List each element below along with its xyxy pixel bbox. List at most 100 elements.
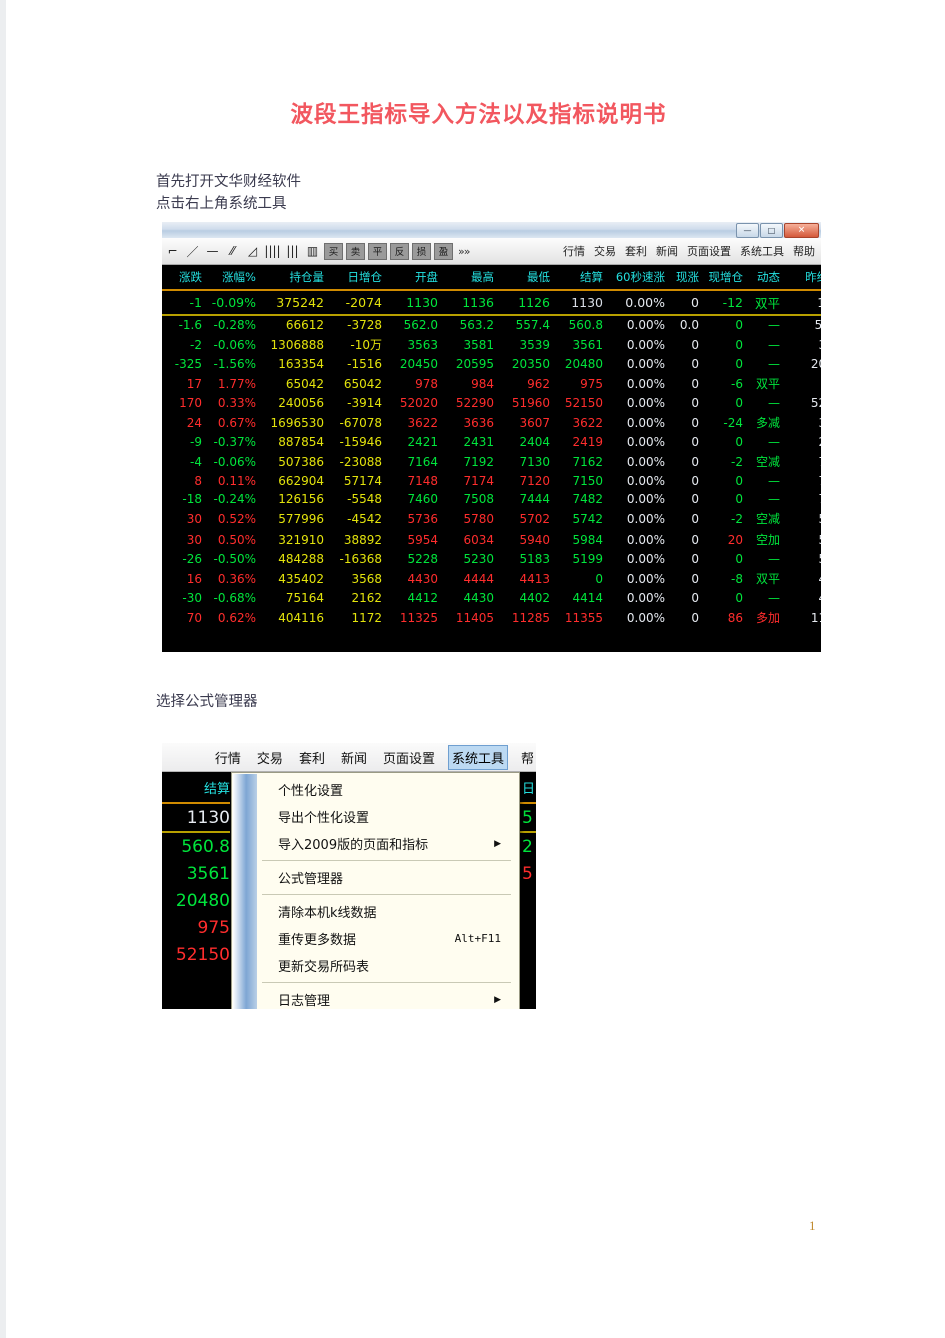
table-row[interactable]: -30 -0.68% 75164 2162 4412 4430 4402 4414 0.00% 0… bbox=[162, 589, 821, 607]
minimize-button[interactable]: — bbox=[736, 223, 759, 238]
table-row[interactable]: -325 -1.56% 163354 -1516 20450 20595 20350 2048… bbox=[162, 355, 821, 373]
column-header[interactable]: 现涨 bbox=[671, 265, 705, 291]
settlement-column-header[interactable]: 结算 bbox=[162, 772, 230, 804]
column-header[interactable]: 最高 bbox=[444, 265, 500, 291]
dropdown-menu-item[interactable]: 个性化设置 bbox=[232, 776, 519, 803]
table-row[interactable]: 16 0.36% 435402 3568 4430 4444 4413 0 0.00% 0 -8 双平… bbox=[162, 568, 821, 589]
table-cell: 16 bbox=[162, 568, 208, 589]
table-row[interactable]: 30 0.52% 577996 -4542 5736 5780 5702 5742 0.00% 0… bbox=[162, 508, 821, 529]
table-cell: 3636 bbox=[444, 412, 500, 433]
horizontal-line-icon[interactable]: — bbox=[204, 242, 221, 260]
menu-item-help[interactable]: 帮助 bbox=[793, 243, 815, 259]
table-row[interactable]: -1.6 -0.28% 66612 -3728 562.0 563.2 557.4 560.8… bbox=[162, 315, 821, 334]
stop-loss-button[interactable]: 损 bbox=[412, 242, 431, 260]
parallel-line-icon[interactable]: ⁄⁄ bbox=[224, 242, 241, 260]
more-tools-icon[interactable]: »» bbox=[456, 245, 471, 258]
table-row[interactable]: -9 -0.37% 887854 -15946 2421 2431 2404 2419 0.00… bbox=[162, 433, 821, 451]
table-cell: 52290 bbox=[444, 394, 500, 412]
table-cell: -0.50% bbox=[208, 550, 262, 568]
table-cell: 0.0 bbox=[671, 315, 705, 334]
dropdown-menu-item[interactable]: 更新交易所码表 bbox=[232, 952, 519, 979]
table-cell: 0.50% bbox=[208, 529, 262, 550]
table-cell: 3622 bbox=[556, 412, 609, 433]
menu-item-system-tools[interactable]: 系统工具 bbox=[740, 243, 784, 259]
close-position-button[interactable]: 平 bbox=[368, 242, 387, 260]
table-row[interactable]: 171.77%65042650429789849629750.00%0-6双平9… bbox=[162, 373, 821, 394]
sell-button[interactable]: 卖 bbox=[346, 242, 365, 260]
menu-item-trade[interactable]: 交易 bbox=[594, 243, 616, 259]
column-header[interactable]: 涨幅% bbox=[208, 265, 262, 291]
buy-button[interactable]: 买 bbox=[324, 242, 343, 260]
menu-item-1[interactable]: 交易 bbox=[254, 745, 286, 770]
clipped-value: 2 bbox=[522, 837, 533, 857]
dropdown-menu-item[interactable]: 日志管理 ▶ bbox=[232, 986, 519, 1009]
reverse-button[interactable]: 反 bbox=[390, 242, 409, 260]
column-header[interactable]: 现增仓 bbox=[705, 265, 749, 291]
column-header[interactable]: 涨跌 bbox=[162, 265, 208, 291]
table-row[interactable]: -1 -0.09% 375242 -2074 1130 1136 1126 1130 0.00%… bbox=[162, 290, 821, 316]
take-profit-button[interactable]: 盈 bbox=[434, 242, 453, 260]
table-row[interactable]: 30 0.50% 321910 38892 5954 6034 5940 5984 0.00% 0… bbox=[162, 529, 821, 550]
menu-item-arbitrage[interactable]: 套利 bbox=[625, 243, 647, 259]
table-cell: — bbox=[749, 472, 786, 490]
line-icon[interactable]: ／ bbox=[184, 242, 201, 260]
table-cell: 1696530 bbox=[262, 412, 330, 433]
intro-line-3: 选择公式管理器 bbox=[156, 694, 258, 710]
histogram-icon[interactable]: ▥ bbox=[304, 242, 321, 260]
table-cell: 962 bbox=[500, 373, 556, 394]
column-header[interactable]: 动态 bbox=[749, 265, 786, 291]
table-cell: 1172 bbox=[330, 607, 388, 628]
table-cell: 2431 bbox=[444, 433, 500, 451]
menu-item-4[interactable]: 页面设置 bbox=[380, 745, 438, 770]
column-header[interactable]: 日增仓 bbox=[330, 265, 388, 291]
column-header[interactable]: 结算 bbox=[556, 265, 609, 291]
table-cell: 0 bbox=[671, 529, 705, 550]
table-row[interactable]: 70 0.62% 404116 1172 11325 11405 11285 11355 0.0… bbox=[162, 607, 821, 628]
column-header[interactable]: 60秒速涨 bbox=[609, 265, 671, 291]
menu-item-page-settings[interactable]: 页面设置 bbox=[687, 243, 731, 259]
menu-item-5[interactable]: 系统工具 bbox=[447, 744, 508, 770]
dropdown-menu-item[interactable]: 导出个性化设置 bbox=[232, 803, 519, 830]
close-button[interactable]: ✕ bbox=[784, 223, 819, 238]
table-row[interactable]: 24 0.67% 1696530 -67078 3622 3636 3607 3622 0.00… bbox=[162, 412, 821, 433]
table-cell: -10万 bbox=[330, 334, 388, 355]
table-cell: 984 bbox=[444, 373, 500, 394]
maximize-button[interactable]: □ bbox=[760, 223, 783, 238]
dropdown-menu-item[interactable]: 重传更多数据 Alt+F11 bbox=[232, 925, 519, 952]
table-cell: -15946 bbox=[330, 433, 388, 451]
clipped-value: 5 bbox=[522, 864, 533, 884]
table-cell: 20595 bbox=[444, 355, 500, 373]
table-row[interactable]: 8 0.11% 662904 57174 7148 7174 7120 7150 0.00% 0 0… bbox=[162, 472, 821, 490]
table-row[interactable]: -2 -0.06% 1306888 -10万 3563 3581 3539 3561 0.00%… bbox=[162, 334, 821, 355]
column-header[interactable]: 最低 bbox=[500, 265, 556, 291]
menu-item-6[interactable]: 帮助 bbox=[518, 745, 534, 770]
dropdown-menu-item[interactable]: 导入2009版的页面和指标 ▶ bbox=[232, 830, 519, 857]
menu-item-0[interactable]: 行情 bbox=[212, 745, 244, 770]
column-header[interactable]: 持仓量 bbox=[262, 265, 330, 291]
menu-item-quotes[interactable]: 行情 bbox=[563, 243, 585, 259]
menu-item-3[interactable]: 新闻 bbox=[338, 745, 370, 770]
clipped-value: 日 bbox=[520, 772, 536, 804]
table-row[interactable]: 170 0.33% 240056 -3914 52020 52290 51960 52150 0… bbox=[162, 394, 821, 412]
column-header[interactable]: 昨结算 » bbox=[786, 265, 821, 291]
table-cell: 8 bbox=[162, 472, 208, 490]
table-row[interactable]: -4 -0.06% 507386 -23088 7164 7192 7130 7162 0.00… bbox=[162, 451, 821, 472]
menu-item-2[interactable]: 套利 bbox=[296, 745, 328, 770]
menu-bar-2: 行情交易套利新闻页面设置系统工具帮助 bbox=[162, 743, 536, 772]
menu-item-news[interactable]: 新闻 bbox=[656, 243, 678, 259]
table-cell: 0.00% bbox=[609, 433, 671, 451]
angle-icon[interactable]: ◿ bbox=[244, 242, 261, 260]
table-cell: 52080 bbox=[786, 394, 821, 412]
table-cell: 空加 bbox=[749, 529, 786, 550]
bars3-icon[interactable]: ||| bbox=[284, 242, 301, 260]
table-row[interactable]: -18 -0.24% 126156 -5548 7460 7508 7444 7482 0.00… bbox=[162, 490, 821, 508]
dropdown-menu-item[interactable]: 公式管理器 bbox=[232, 864, 519, 891]
dropdown-menu-item[interactable]: 清除本机k线数据 bbox=[232, 898, 519, 925]
table-cell: -24 bbox=[705, 412, 749, 433]
page-number: 1 bbox=[809, 1218, 816, 1233]
column-header[interactable]: 开盘 bbox=[388, 265, 444, 291]
table-row[interactable]: -26 -0.50% 484288 -16368 5228 5230 5183 5199 0.0… bbox=[162, 550, 821, 568]
bars-icon[interactable]: |||| bbox=[264, 242, 281, 260]
table-cell: 240056 bbox=[262, 394, 330, 412]
cursor-icon[interactable]: ⌐ bbox=[164, 242, 181, 260]
